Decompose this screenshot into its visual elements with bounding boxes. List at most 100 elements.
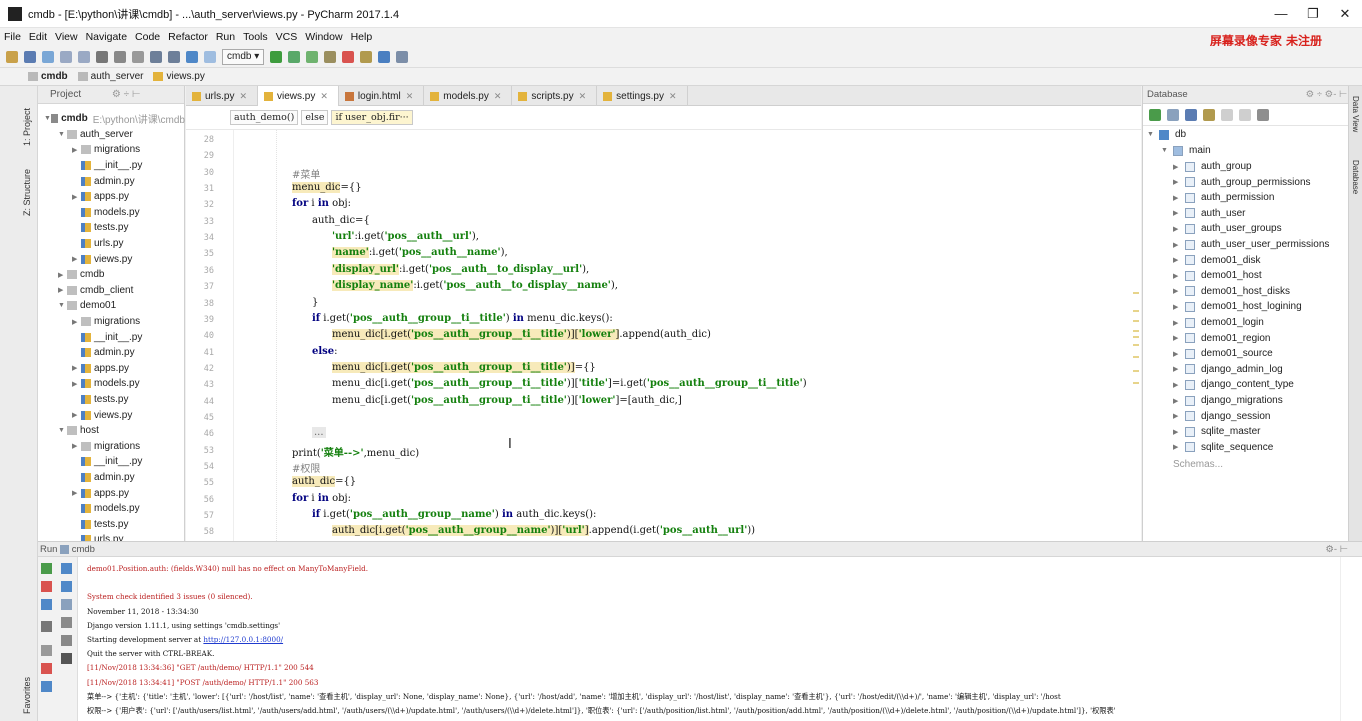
editor-tab[interactable]: urls.py ✕ (186, 86, 258, 106)
chevron-right-icon[interactable]: ▶ (1173, 287, 1185, 295)
run-console[interactable]: demo01.Position.auth: (fields.W340) null… (78, 557, 1340, 721)
tree-item[interactable]: ▼ cmdb E:\python\讲课\cmdb (38, 111, 185, 127)
help-icon[interactable] (41, 681, 52, 692)
run-icon[interactable] (270, 50, 283, 63)
marker[interactable] (1133, 292, 1139, 294)
chevron-down-icon[interactable]: ▼ (44, 115, 51, 122)
close-icon[interactable] (41, 663, 52, 674)
close-tab-icon[interactable]: ✕ (494, 91, 502, 102)
project-tool-tab[interactable]: 1: Project (22, 108, 32, 146)
scroll-to-end-icon[interactable] (61, 617, 72, 628)
stop-icon[interactable] (1221, 108, 1233, 121)
tree-item[interactable]: admin.py (38, 345, 185, 361)
chevron-right-icon[interactable]: ▶ (1173, 381, 1185, 389)
run-coverage-icon[interactable] (306, 50, 319, 63)
open-folder-icon[interactable] (6, 50, 18, 63)
redo-icon[interactable] (78, 50, 90, 63)
help-icon[interactable] (378, 50, 391, 63)
menu-item-edit[interactable]: Edit (29, 31, 47, 43)
marker[interactable] (1133, 356, 1139, 358)
soft-wrap-icon[interactable] (61, 599, 72, 610)
menu-item-view[interactable]: View (55, 31, 78, 43)
breadcrumb-item[interactable]: cmdb (28, 71, 68, 82)
chevron-right-icon[interactable]: ▶ (1173, 256, 1185, 264)
tree-item[interactable]: admin.py (38, 470, 185, 486)
profile-icon[interactable] (324, 50, 337, 63)
code-breadcrumb-item[interactable]: if user_obj.fir··· (331, 110, 413, 125)
rerun-icon[interactable] (41, 563, 52, 574)
chevron-down-icon[interactable]: ▼ (58, 427, 67, 434)
chevron-right-icon[interactable]: ▶ (1173, 303, 1185, 311)
pause-icon[interactable] (41, 599, 52, 610)
marker[interactable] (1133, 370, 1139, 372)
database-tree-item[interactable]: ▶ auth_user_groups (1173, 223, 1282, 234)
close-tab-icon[interactable]: ✕ (669, 91, 677, 102)
tree-item[interactable]: ▼ demo01 (38, 298, 185, 314)
project-panel-title[interactable]: Project (50, 89, 81, 100)
editor-tab[interactable]: scripts.py ✕ (512, 86, 598, 106)
data-view-tool-tab[interactable]: Data View (1351, 96, 1360, 132)
run-panel-title[interactable]: Run (40, 544, 57, 555)
favorites-tool-tab[interactable]: Favorites (22, 677, 32, 714)
tree-item[interactable]: ▶ cmdb_client (38, 283, 185, 299)
console-icon[interactable] (1257, 108, 1269, 121)
chevron-right-icon[interactable]: ▶ (72, 318, 81, 326)
breadcrumb-item[interactable]: views.py (153, 71, 205, 82)
minimize-button[interactable]: — (1266, 0, 1296, 28)
breadcrumb-item[interactable]: auth_server (77, 71, 143, 82)
find-icon[interactable] (150, 50, 162, 63)
menu-item-vcs[interactable]: VCS (276, 31, 298, 43)
tree-item[interactable]: ▶ apps.py (38, 485, 185, 501)
chevron-right-icon[interactable]: ▶ (72, 255, 81, 263)
database-tree-item[interactable]: ▶ sqlite_sequence (1173, 442, 1273, 453)
menu-item-help[interactable]: Help (351, 31, 373, 43)
cut-icon[interactable] (96, 50, 108, 63)
database-tree-item[interactable]: ▶ auth_group_permissions (1173, 177, 1311, 188)
chevron-down-icon[interactable]: ▼ (1147, 131, 1159, 138)
print-icon[interactable] (61, 635, 72, 646)
database-tree-item[interactable]: ▶ auth_user_user_permissions (1173, 239, 1329, 250)
tools-icon[interactable] (360, 50, 373, 63)
marker[interactable] (1133, 336, 1139, 338)
clear-all-icon[interactable] (61, 653, 72, 664)
save-all-icon[interactable] (24, 50, 36, 63)
menu-item-code[interactable]: Code (135, 31, 160, 43)
database-tree-item[interactable]: ▼ main (1161, 145, 1211, 156)
chevron-right-icon[interactable]: ▶ (1173, 178, 1185, 186)
sdk-manager-icon[interactable] (396, 50, 409, 63)
panel-settings-icon[interactable]: ⚙- ⊢ (1325, 542, 1348, 557)
run-config-select[interactable]: cmdb ▾ (222, 48, 265, 65)
marker[interactable] (1133, 310, 1139, 312)
chevron-right-icon[interactable]: ▶ (1173, 350, 1185, 358)
marker[interactable] (1133, 382, 1139, 384)
tree-item[interactable]: ▶ views.py (38, 407, 185, 423)
menu-item-window[interactable]: Window (305, 31, 342, 43)
menu-item-navigate[interactable]: Navigate (86, 31, 127, 43)
undo-icon[interactable] (60, 50, 72, 63)
database-tree-item[interactable]: ▶ sqlite_master (1173, 426, 1260, 437)
tree-item[interactable]: ▶ views.py (38, 251, 185, 267)
tree-item[interactable]: models.py (38, 501, 185, 517)
close-tab-icon[interactable]: ✕ (579, 91, 587, 102)
stop-icon[interactable] (41, 581, 52, 592)
chevron-down-icon[interactable]: ▼ (58, 302, 67, 309)
chevron-right-icon[interactable]: ▶ (1173, 412, 1185, 420)
tree-item[interactable]: models.py (38, 205, 185, 221)
tree-item[interactable]: ▶ cmdb (38, 267, 185, 283)
tree-item[interactable]: tests.py (38, 220, 185, 236)
close-tab-icon[interactable]: ✕ (239, 91, 247, 102)
chevron-right-icon[interactable]: ▶ (58, 271, 67, 279)
paste-icon[interactable] (132, 50, 144, 63)
structure-tool-tab[interactable]: Z: Structure (22, 169, 32, 216)
database-tool-tab[interactable]: Database (1351, 160, 1360, 194)
chevron-right-icon[interactable]: ▶ (72, 442, 81, 450)
server-url-link[interactable]: http://127.0.0.1:8000/ (203, 635, 283, 644)
code-editor[interactable]: #菜单 menu_dic={} for i in obj: auth_dic={'ur… (234, 130, 1141, 541)
tree-item[interactable]: ▶ migrations (38, 142, 185, 158)
chevron-right-icon[interactable]: ▶ (72, 193, 81, 201)
editor-tab[interactable]: login.html ✕ (339, 86, 425, 106)
chevron-right-icon[interactable]: ▶ (72, 364, 81, 372)
database-tree-item[interactable]: ▶ auth_user (1173, 208, 1245, 219)
tree-item[interactable]: ▶ apps.py (38, 189, 185, 205)
tree-item[interactable]: ▼ host (38, 423, 185, 439)
